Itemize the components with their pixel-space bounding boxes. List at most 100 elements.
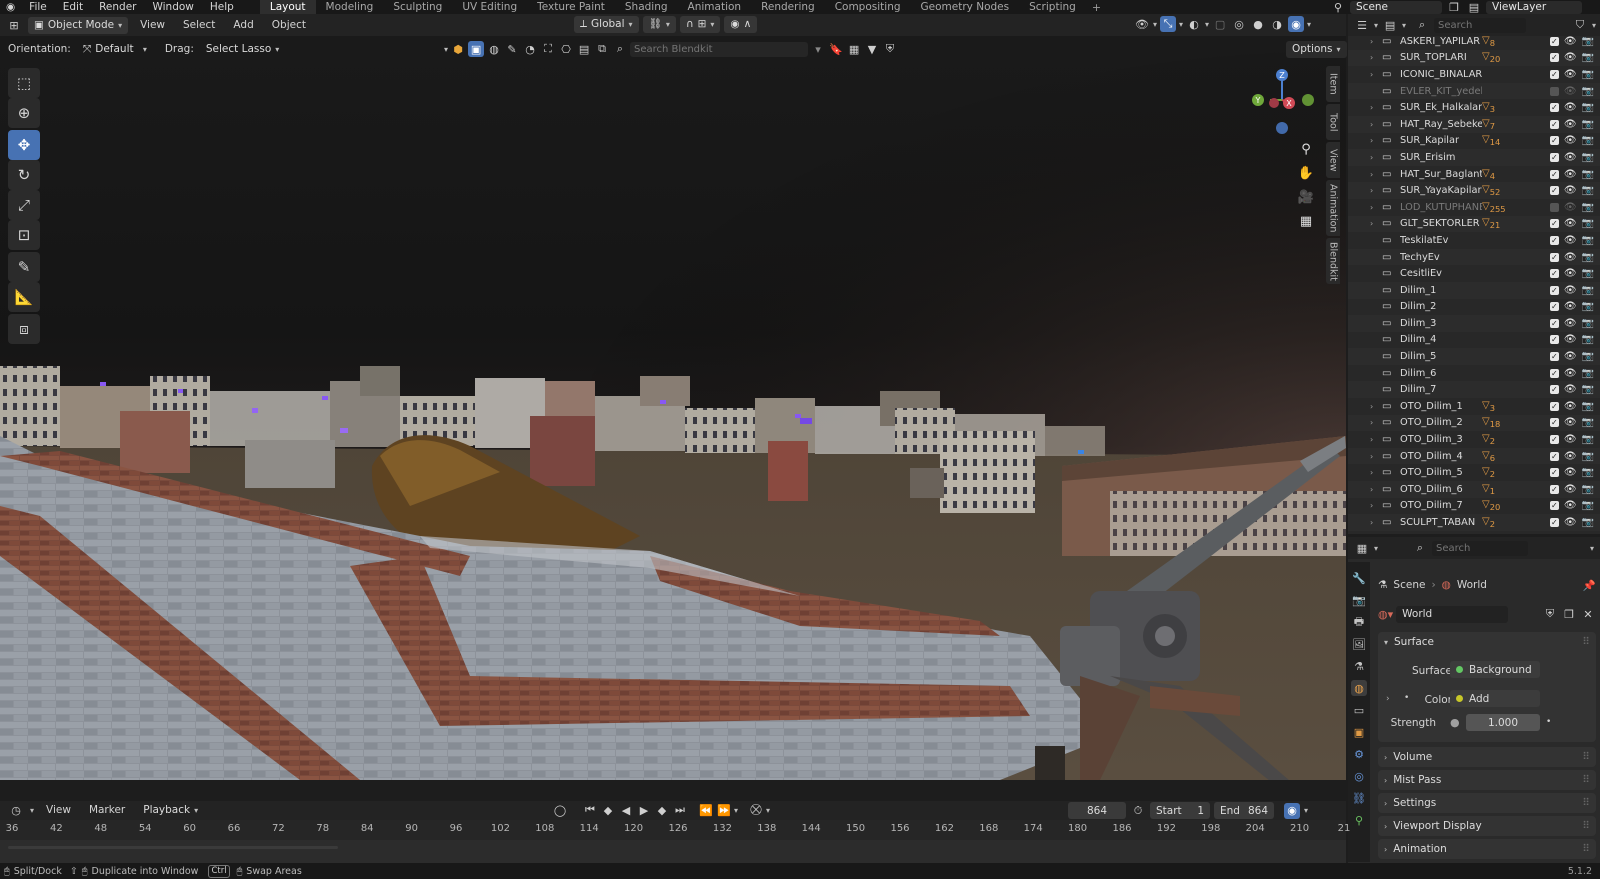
collection-name[interactable]: SUR_TOPLARI (1400, 52, 1482, 63)
xray-toggle-icon[interactable]: ▢ (1212, 16, 1228, 32)
outliner-row[interactable]: ▭ Dilim_7 ✓ 👁 📷 (1348, 381, 1600, 399)
exclude-checkbox[interactable]: ✓ (1549, 103, 1559, 113)
eye-icon[interactable]: 👁 (1564, 202, 1577, 213)
outliner-row[interactable]: › ▭ SUR_Erisim ✓ 👁 📷 (1348, 149, 1600, 166)
expand-arrow-icon[interactable]: › (1370, 153, 1382, 162)
collection-name[interactable]: Dilim_6 (1400, 368, 1482, 379)
expand-arrow-icon[interactable]: › (1370, 186, 1382, 195)
render-camera-icon[interactable]: 📷 (1582, 102, 1594, 113)
timeline-area[interactable] (0, 840, 1346, 863)
proportional-edit-toggle[interactable]: ◉ ∧ (724, 16, 758, 33)
asset-type-material-icon[interactable]: ◍ (486, 41, 502, 57)
outliner-row[interactable]: › ▭ OTO_Dilim_4 ▽6 ✓ 👁 📷 (1348, 447, 1600, 465)
mist-pass-panel[interactable]: › Mist Pass ⠿ (1378, 770, 1596, 790)
outliner-row[interactable]: ▭ Dilim_3 ✓ 👁 📷 (1348, 315, 1600, 332)
render-camera-icon[interactable]: 📷 (1582, 69, 1594, 80)
pin-icon[interactable]: 📌 (1583, 579, 1596, 592)
expand-arrow-icon[interactable]: › (1370, 170, 1382, 179)
collection-name[interactable]: Dilim_5 (1400, 351, 1482, 362)
eye-icon[interactable]: 👁 (1564, 500, 1577, 511)
render-camera-icon[interactable]: 📷 (1582, 135, 1594, 146)
surface-shader-field[interactable]: Background (1450, 661, 1540, 678)
world-tab-icon[interactable]: ◍ (1351, 680, 1367, 696)
rendered-shading-icon[interactable]: ◉ (1288, 16, 1305, 32)
properties-editor-type-icon[interactable]: ▦ (1354, 540, 1370, 556)
outliner-row[interactable]: › ▭ SUR_Ek_Halkalar ▽3 ✓ 👁 📷 (1348, 99, 1600, 116)
orientation-dropdown[interactable]: ⤧ Default ▾ (77, 41, 153, 58)
3d-viewport[interactable]: ⬚ ⊕ ✥ ↻ ⤢ ⊡ ✎ 📐 ⧈ Item Tool View Animati… (0, 36, 1346, 780)
prev-keyframe-icon[interactable]: ◆ (600, 802, 616, 818)
render-camera-icon[interactable]: 📷 (1582, 252, 1594, 263)
end-frame-field[interactable]: End 864 (1214, 802, 1274, 819)
timeline-editor-type-icon[interactable]: ◷ (8, 803, 24, 819)
render-camera-icon[interactable]: 📷 (1582, 202, 1594, 213)
exclude-checkbox[interactable]: ✓ (1549, 252, 1559, 262)
eye-icon[interactable]: 👁 (1564, 384, 1577, 395)
menu-edit[interactable]: Edit (55, 0, 91, 14)
render-camera-icon[interactable]: 📷 (1582, 417, 1594, 428)
render-camera-icon[interactable]: 📷 (1582, 268, 1594, 279)
gizmo-neg-x-axis[interactable] (1269, 98, 1279, 108)
transform-tool[interactable]: ⊡ (8, 220, 40, 250)
expand-arrow-icon[interactable]: › (1370, 402, 1382, 411)
collection-name[interactable]: ICONIC_BINALAR (1400, 69, 1482, 80)
add-workspace-plus-icon[interactable]: + (1086, 1, 1107, 14)
gizmo-neg-z-axis[interactable] (1276, 122, 1288, 134)
collection-name[interactable]: SCULPT_TABAN (1400, 517, 1482, 528)
exclude-checkbox[interactable]: ✓ (1549, 318, 1559, 328)
duplicate-world-icon[interactable]: ❐ (1561, 606, 1577, 622)
menu-window[interactable]: Window (144, 0, 201, 14)
properties-search-input[interactable] (1432, 540, 1529, 556)
expand-arrow-icon[interactable]: › (1370, 136, 1382, 145)
drag-dropdown[interactable]: Select Lasso ▾ (200, 41, 279, 58)
keyframe-dot-icon[interactable]: • (1546, 717, 1551, 727)
exclude-checkbox[interactable]: ✓ (1549, 285, 1559, 295)
outliner-row[interactable]: › ▭ HAT_Ray_Sebeke ▽7 ✓ 👁 📷 (1348, 115, 1600, 133)
render-camera-icon[interactable]: 📷 (1582, 285, 1594, 296)
eye-icon[interactable]: 👁 (1564, 52, 1577, 63)
eye-icon[interactable]: 👁 (1564, 268, 1577, 279)
expand-arrow-icon[interactable]: › (1370, 501, 1382, 510)
outliner-row[interactable]: ▭ TeskilatEv ✓ 👁 📷 (1348, 232, 1600, 249)
world-name-field[interactable]: World (1396, 605, 1509, 623)
play-reverse-icon[interactable]: ◀ (618, 802, 634, 818)
outliner-row[interactable]: › ▭ OTO_Dilim_1 ▽3 ✓ 👁 📷 (1348, 398, 1600, 415)
exclude-checkbox[interactable]: ✓ (1549, 435, 1559, 445)
exclude-checkbox[interactable]: ✓ (1549, 418, 1559, 428)
exclude-checkbox[interactable]: ✓ (1549, 69, 1559, 79)
render-camera-icon[interactable]: 📷 (1582, 517, 1594, 528)
playback-sync-icon[interactable]: ◉ (1284, 802, 1300, 819)
constraints-tab-icon[interactable]: ⛓ (1351, 790, 1367, 806)
tab-shading[interactable]: Shading (615, 0, 678, 14)
outliner-row[interactable]: › ▭ OTO_Dilim_7 ▽20 ✓ 👁 📷 (1348, 498, 1600, 515)
panel-drag-icon[interactable]: ⠿ (1582, 774, 1590, 786)
menu-file[interactable]: File (21, 0, 55, 14)
expand-arrow-icon[interactable]: › (1370, 37, 1382, 46)
render-camera-icon[interactable]: 📷 (1582, 36, 1594, 47)
expand-arrow-icon[interactable]: › (1370, 103, 1382, 112)
eye-icon[interactable]: 👁 (1564, 152, 1577, 163)
sidetab-tool[interactable]: Tool (1326, 104, 1340, 140)
asset-type-model-icon[interactable]: ▣ (468, 41, 485, 57)
current-frame-field[interactable]: 864 (1068, 802, 1126, 819)
collection-name[interactable]: OTO_Dilim_2 (1400, 417, 1482, 428)
blendkit-search-input[interactable] (630, 41, 809, 57)
eye-icon[interactable]: 👁 (1564, 235, 1577, 246)
render-camera-icon[interactable]: 📷 (1582, 451, 1594, 462)
panel-drag-icon[interactable]: ⠿ (1582, 843, 1590, 855)
expand-arrow-icon[interactable]: › (1370, 203, 1382, 212)
outliner-row[interactable]: › ▭ HAT_Sur_Baglanti ▽4 ✓ 👁 📷 (1348, 166, 1600, 183)
menu-view[interactable]: View (134, 17, 171, 34)
collection-name[interactable]: SUR_Erisim (1400, 152, 1482, 163)
sidetab-animation[interactable]: Animation (1326, 180, 1340, 236)
outliner-editor-type-icon[interactable]: ☰ (1354, 17, 1370, 33)
properties-options-icon[interactable]: ▾ (1590, 544, 1594, 553)
collection-name[interactable]: SUR_YayaKapilari (1400, 185, 1482, 196)
collection-name[interactable]: Dilim_4 (1400, 334, 1482, 345)
pivot-dropdown[interactable]: ⛓ ▾ (642, 16, 676, 33)
render-camera-icon[interactable]: 📷 (1582, 484, 1594, 495)
menu-render[interactable]: Render (91, 0, 144, 14)
asset-type-hdr-icon[interactable]: ◔ (522, 41, 538, 57)
render-tab-icon[interactable]: 📷 (1351, 592, 1367, 608)
timeline-menu-view[interactable]: View (40, 802, 77, 819)
